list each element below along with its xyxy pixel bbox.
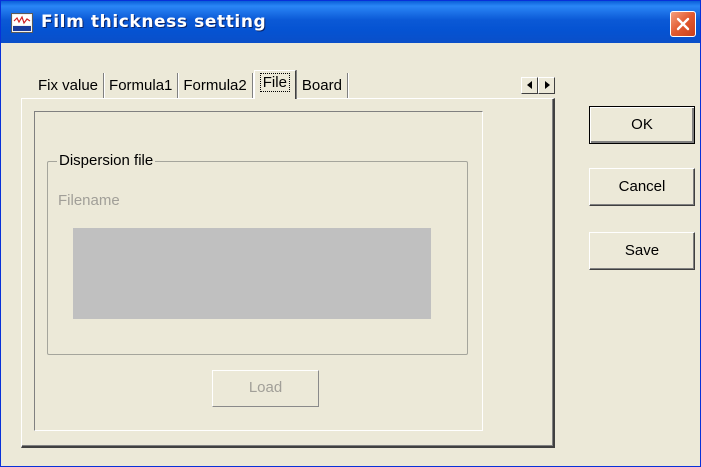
- window-title: Film thickness setting: [41, 12, 267, 32]
- triangle-right-icon: [545, 81, 550, 89]
- load-button: Load: [212, 370, 319, 407]
- tab-label: File: [259, 73, 290, 92]
- dispersion-file-group-label: Dispersion file: [57, 152, 156, 169]
- save-button[interactable]: Save: [589, 232, 695, 270]
- tab-file[interactable]: File: [253, 70, 296, 99]
- tab-scroll-left-button[interactable]: [521, 77, 538, 94]
- ok-button[interactable]: OK: [589, 106, 695, 144]
- tab-formula2[interactable]: Formula2: [178, 73, 253, 99]
- filename-display: [73, 228, 431, 319]
- close-button[interactable]: [670, 11, 696, 37]
- tab-label: Formula1: [109, 77, 173, 94]
- tab-strip: Fix value Formula1 Formula2 File Board: [33, 70, 348, 99]
- tab-scroll-controls: [521, 77, 555, 94]
- waveform-app-icon: [11, 13, 33, 33]
- close-x-icon: [676, 17, 690, 31]
- film-thickness-dialog: Film thickness setting Fix value Formula…: [0, 0, 701, 467]
- tab-label: Fix value: [38, 77, 99, 94]
- title-bar[interactable]: Film thickness setting: [1, 1, 700, 43]
- tab-formula1[interactable]: Formula1: [104, 73, 179, 99]
- triangle-left-icon: [527, 81, 532, 89]
- tab-label: Formula2: [183, 77, 247, 94]
- tab-fix-value[interactable]: Fix value: [33, 73, 105, 99]
- tab-label: Board: [301, 77, 342, 94]
- filename-label: Filename: [58, 192, 120, 209]
- tab-board[interactable]: Board: [297, 73, 348, 99]
- cancel-button[interactable]: Cancel: [589, 168, 695, 206]
- tab-scroll-right-button[interactable]: [538, 77, 555, 94]
